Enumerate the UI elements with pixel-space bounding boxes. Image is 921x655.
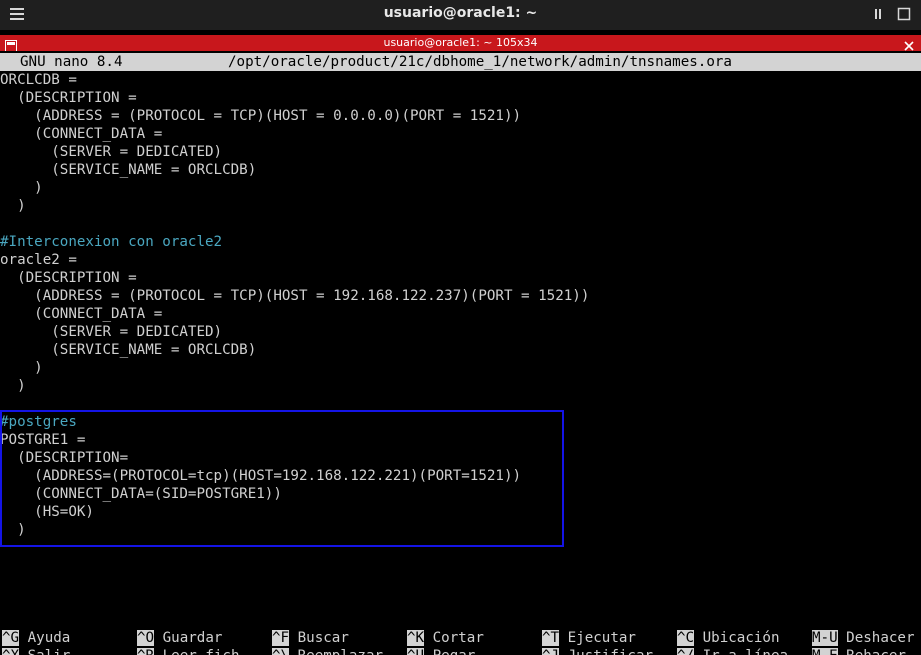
shortcut-item[interactable]: ^R Leer fich. [137, 647, 248, 655]
shortcut-key: ^F [272, 630, 290, 646]
file-path: /opt/oracle/product/21c/dbhome_1/network… [228, 54, 732, 70]
shortcut-item[interactable]: ^J Justificar [542, 647, 653, 655]
shortcut-key: ^R [137, 648, 155, 655]
shortcut-item[interactable]: ^U Pegar [407, 647, 475, 655]
shortcut-key: ^G [2, 630, 20, 646]
shortcut-label: Deshacer [846, 630, 915, 646]
code-line: ) [0, 180, 43, 196]
code-line: (SERVICE_NAME = ORCLCDB) [0, 162, 257, 178]
shortcut-label: Pegar [433, 648, 476, 655]
shortcut-key: ^T [542, 630, 560, 646]
code-line: (SERVICE_NAME = ORCLCDB) [0, 342, 257, 358]
shortcut-key: ^U [407, 648, 425, 655]
highlight-box [0, 410, 564, 547]
shortcut-key: ^J [542, 648, 560, 655]
shortcut-key: ^X [2, 648, 20, 655]
shortcut-label: Cortar [432, 630, 484, 646]
shortcut-label: Salir [28, 648, 71, 655]
shortcut-item[interactable]: ^C Ubicación [677, 629, 780, 647]
code-line: (DESCRIPTION = [0, 90, 137, 106]
shortcut-label: Ubicación [702, 630, 780, 646]
shortcut-key: ^/ [677, 648, 695, 655]
code-line: ORCLCDB = [0, 72, 77, 88]
shortcut-item[interactable]: ^\ Reemplazar [272, 647, 383, 655]
code-line: (SERVER = DEDICATED) [0, 324, 223, 340]
code-line: oracle2 = [0, 252, 77, 268]
nano-version: GNU nano 8.4 [20, 54, 123, 70]
shortcut-item[interactable]: ^O Guardar [137, 629, 222, 647]
shortcut-label: Ir a línea [703, 648, 788, 655]
shortcut-label: Reemplazar [298, 648, 383, 655]
code-line: ) [0, 360, 43, 376]
terminal-area[interactable]: GNU nano 8.4 /opt/oracle/product/21c/dbh… [0, 51, 921, 655]
code-line: ) [0, 198, 26, 214]
shortcut-item[interactable]: M-U Deshacer [812, 629, 915, 647]
shortcut-item[interactable]: ^X Salir [2, 647, 70, 655]
shortcut-item[interactable]: ^T Ejecutar [542, 629, 636, 647]
shortcut-key: ^C [677, 630, 695, 646]
window-title: usuario@oracle1: ~ [383, 5, 538, 21]
shortcut-item[interactable]: ^K Cortar [407, 629, 484, 647]
maximize-icon[interactable] [896, 6, 912, 22]
shortcut-label: Guardar [162, 630, 223, 646]
shortcut-item[interactable]: M-E Rehacer [812, 647, 906, 655]
terminal-tab[interactable]: usuario@oracle1: ~ 105x34 [0, 35, 921, 52]
shortcut-label: Ejecutar [567, 630, 636, 646]
window-titlebar: usuario@oracle1: ~ [0, 0, 921, 30]
shortcut-key: M-E [812, 648, 838, 655]
code-line: (ADDRESS = (PROTOCOL = TCP)(HOST = 0.0.0… [0, 108, 522, 124]
minimize-icon[interactable] [870, 6, 886, 22]
shortcut-label: Ayuda [27, 630, 71, 646]
code-line: (CONNECT_DATA = [0, 126, 163, 142]
shortcut-key: M-U [812, 630, 838, 646]
nano-header-bar: GNU nano 8.4 /opt/oracle/product/21c/dbh… [0, 53, 921, 71]
close-icon[interactable] [903, 37, 915, 51]
code-line: (DESCRIPTION = [0, 270, 137, 286]
shortcut-key: ^\ [272, 648, 290, 655]
shortcut-key: ^O [137, 630, 155, 646]
code-line: (ADDRESS = (PROTOCOL = TCP)(HOST = 192.1… [0, 288, 590, 304]
shortcut-label: Justificar [568, 648, 653, 655]
code-line: ) [0, 378, 26, 394]
shortcut-key: ^K [407, 630, 425, 646]
shortcut-item[interactable]: ^F Buscar [272, 629, 349, 647]
shortcut-item[interactable]: ^G Ayuda [2, 629, 70, 647]
shortcut-label: Leer fich. [163, 648, 248, 655]
shortcut-label: Rehacer [846, 648, 906, 655]
comment-line: #Interconexion con oracle2 [0, 234, 223, 250]
code-line: (CONNECT_DATA = [0, 306, 163, 322]
shortcut-label: Buscar [297, 630, 349, 646]
code-line: (SERVER = DEDICATED) [0, 144, 223, 160]
shortcut-item[interactable]: ^/ Ir a línea [677, 647, 788, 655]
tab-title: usuario@oracle1: ~ 105x34 [383, 36, 538, 49]
